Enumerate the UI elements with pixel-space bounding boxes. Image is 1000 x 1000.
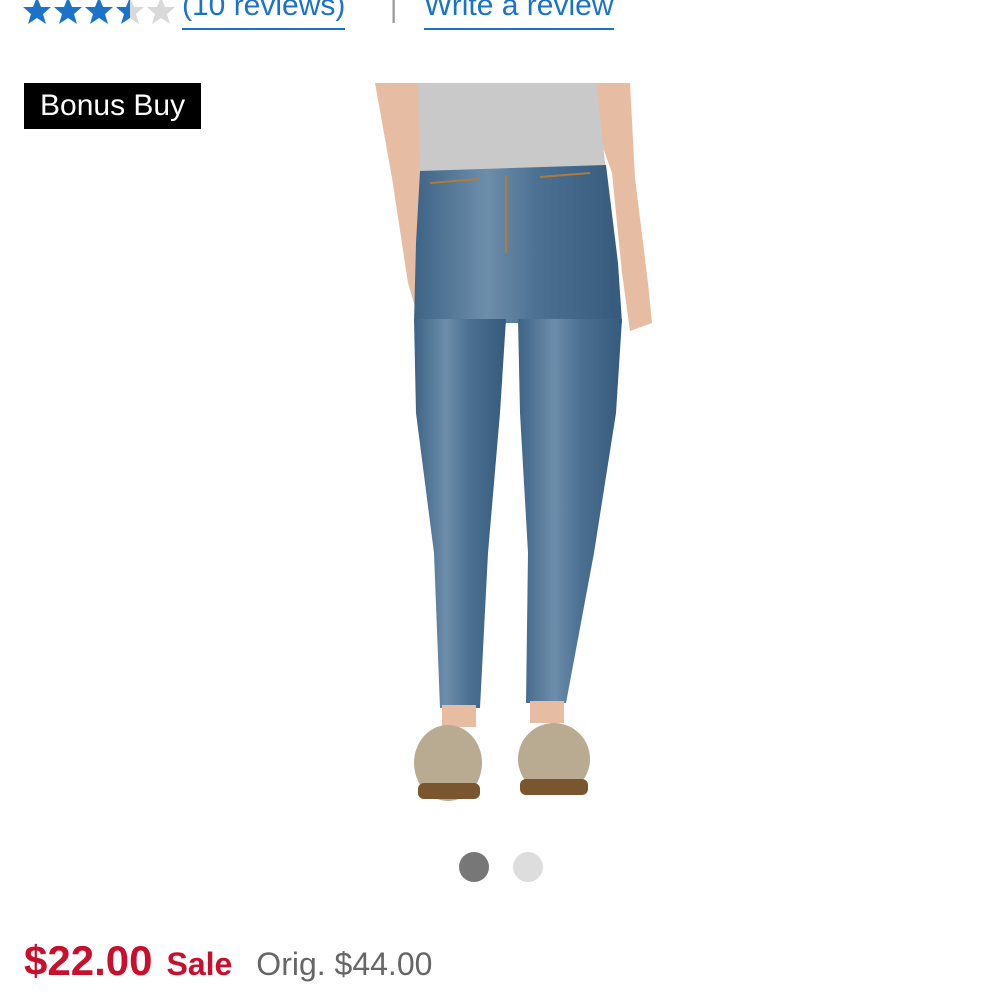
divider: | (390, 0, 398, 23)
carousel-dots (459, 852, 567, 882)
star-icon (147, 0, 175, 24)
price-row: $22.00 Sale Orig. $44.00 (24, 937, 432, 985)
carousel-dot[interactable] (513, 852, 543, 882)
sale-price: $22.00 (24, 937, 153, 984)
product-image[interactable] (330, 83, 690, 823)
star-icon (23, 0, 51, 24)
reviews-link[interactable]: (10 reviews) (182, 0, 346, 30)
carousel-dot[interactable] (459, 852, 489, 882)
write-review-link[interactable]: Write a review (424, 0, 614, 30)
jeans-model-illustration (375, 83, 652, 801)
star-icon (54, 0, 82, 24)
star-icon (85, 0, 113, 24)
star-icon (116, 0, 144, 24)
star-rating[interactable] (22, 0, 177, 26)
bonus-buy-badge: Bonus Buy (24, 83, 202, 129)
sale-label: Sale (166, 946, 233, 982)
original-price: Orig. $44.00 (256, 946, 433, 982)
rating-row: (10 reviews) | Write a review (0, 0, 1000, 38)
